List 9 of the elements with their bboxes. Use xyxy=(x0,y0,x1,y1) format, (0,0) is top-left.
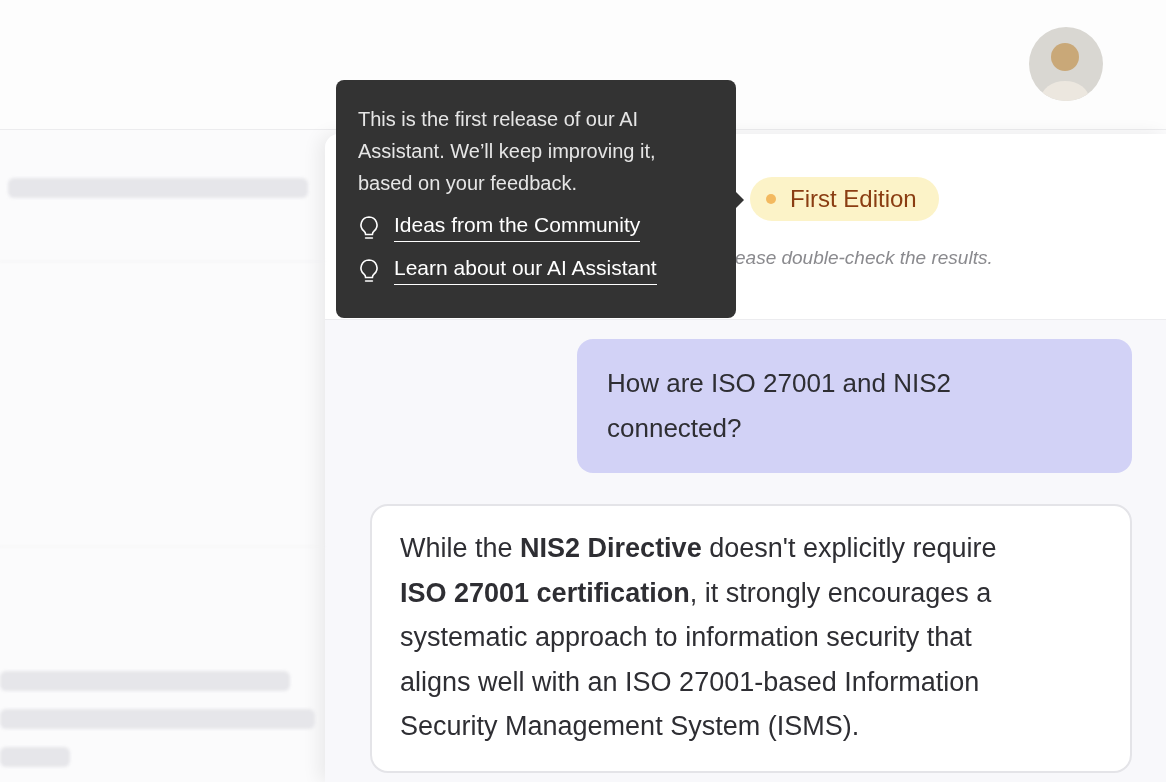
tooltip-link[interactable]: Ideas from the Community xyxy=(358,213,714,242)
lightbulb-icon xyxy=(358,257,380,284)
lightbulb-icon xyxy=(358,214,380,241)
disclaimer-text: ease double-check the results. xyxy=(735,247,994,269)
user-message: How are ISO 27001 and NIS2 connected? xyxy=(577,339,1132,473)
assistant-message: While the NIS2 Directive doesn't explicitly require ISO 27001 certification, it strongly encourages a systematic approach to information security that aligns well with an ISO 27001-based Information Security Management System (ISMS). xyxy=(370,504,1132,773)
tooltip-text: This is the first release of our AI Assistant. We’ll keep improving it, based on your feedback. xyxy=(358,107,657,196)
badge-label: First Edition xyxy=(790,185,917,213)
tooltip-link[interactable]: Learn about our AI Assistant xyxy=(358,256,714,285)
